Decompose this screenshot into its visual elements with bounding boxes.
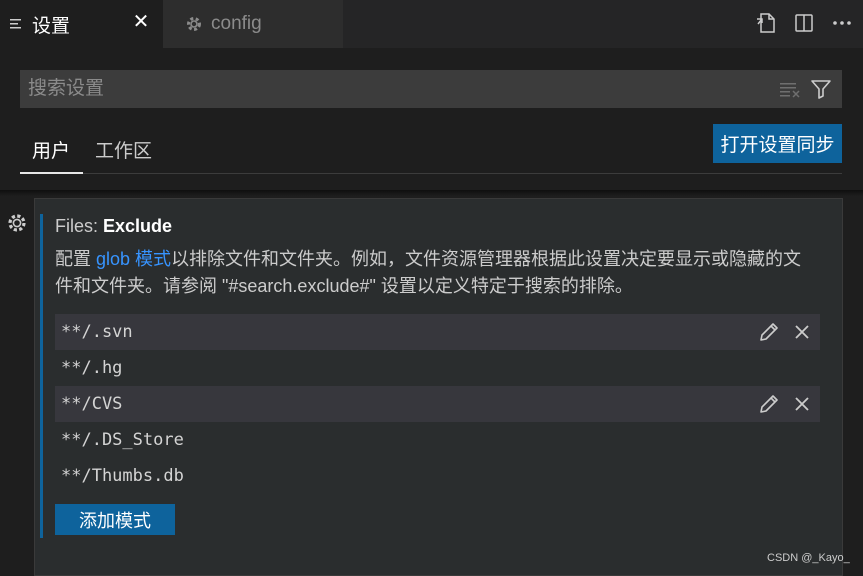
- editor-actions: [753, 8, 855, 38]
- remove-icon[interactable]: [792, 322, 812, 342]
- tab-config[interactable]: config: [163, 0, 343, 48]
- remove-icon[interactable]: [792, 394, 812, 414]
- settings-header: 用户 工作区 打开设置同步: [0, 48, 863, 193]
- pattern-text: **/CVS: [61, 394, 123, 414]
- tab-workspace[interactable]: 工作区: [95, 136, 152, 163]
- tab-label: config: [211, 13, 262, 34]
- setting-category: Files:: [55, 216, 104, 236]
- edit-icon[interactable]: [758, 321, 780, 343]
- add-pattern-button[interactable]: 添加模式: [55, 504, 175, 535]
- description-text: 配置: [55, 249, 97, 269]
- list-item[interactable]: **/CVS: [55, 386, 820, 422]
- split-editor-icon[interactable]: [791, 10, 817, 36]
- setting-gear-icon[interactable]: [6, 212, 28, 234]
- more-icon[interactable]: [829, 10, 855, 36]
- open-json-icon[interactable]: [753, 10, 779, 36]
- setting-description: 配置 glob 模式以排除文件和文件夹。例如，文件资源管理器根据此设置决定要显示…: [55, 246, 815, 300]
- pattern-text: **/.hg: [61, 358, 123, 378]
- pattern-text: **/Thumbs.db: [61, 466, 184, 486]
- focus-indicator: [40, 214, 43, 538]
- pattern-text: **/.svn: [61, 322, 133, 342]
- clear-filter-icon[interactable]: [780, 79, 802, 99]
- edit-icon[interactable]: [758, 393, 780, 415]
- list-item[interactable]: **/.svn: [55, 314, 820, 350]
- list-item[interactable]: **/.hg: [55, 350, 820, 386]
- tab-settings[interactable]: 设置 ✕: [0, 0, 163, 48]
- pattern-list: **/.svn **/.hg **/CVS **/.DS_Store **/Th…: [55, 314, 820, 494]
- gear-icon: [185, 15, 203, 33]
- pattern-text: **/.DS_Store: [61, 430, 184, 450]
- active-tab-indicator: [20, 172, 83, 174]
- tab-label: 设置: [32, 15, 71, 37]
- setting-title: Files: Exclude: [55, 216, 172, 237]
- filter-icon[interactable]: [810, 78, 832, 100]
- close-icon[interactable]: ✕: [131, 12, 151, 32]
- list-item[interactable]: **/Thumbs.db: [55, 458, 820, 494]
- watermark: CSDN @_Kayo_: [767, 552, 850, 564]
- glob-pattern-link[interactable]: glob 模式: [96, 249, 171, 269]
- search-input[interactable]: [20, 70, 760, 108]
- setting-name: Exclude: [103, 216, 173, 236]
- tab-user[interactable]: 用户: [32, 136, 70, 163]
- lines-icon: [10, 17, 24, 31]
- settings-sync-button[interactable]: 打开设置同步: [713, 124, 842, 163]
- header-shadow: [0, 190, 863, 196]
- tab-bar: 设置 ✕ config: [0, 0, 863, 48]
- search-box: [20, 70, 842, 108]
- list-item[interactable]: **/.DS_Store: [55, 422, 820, 458]
